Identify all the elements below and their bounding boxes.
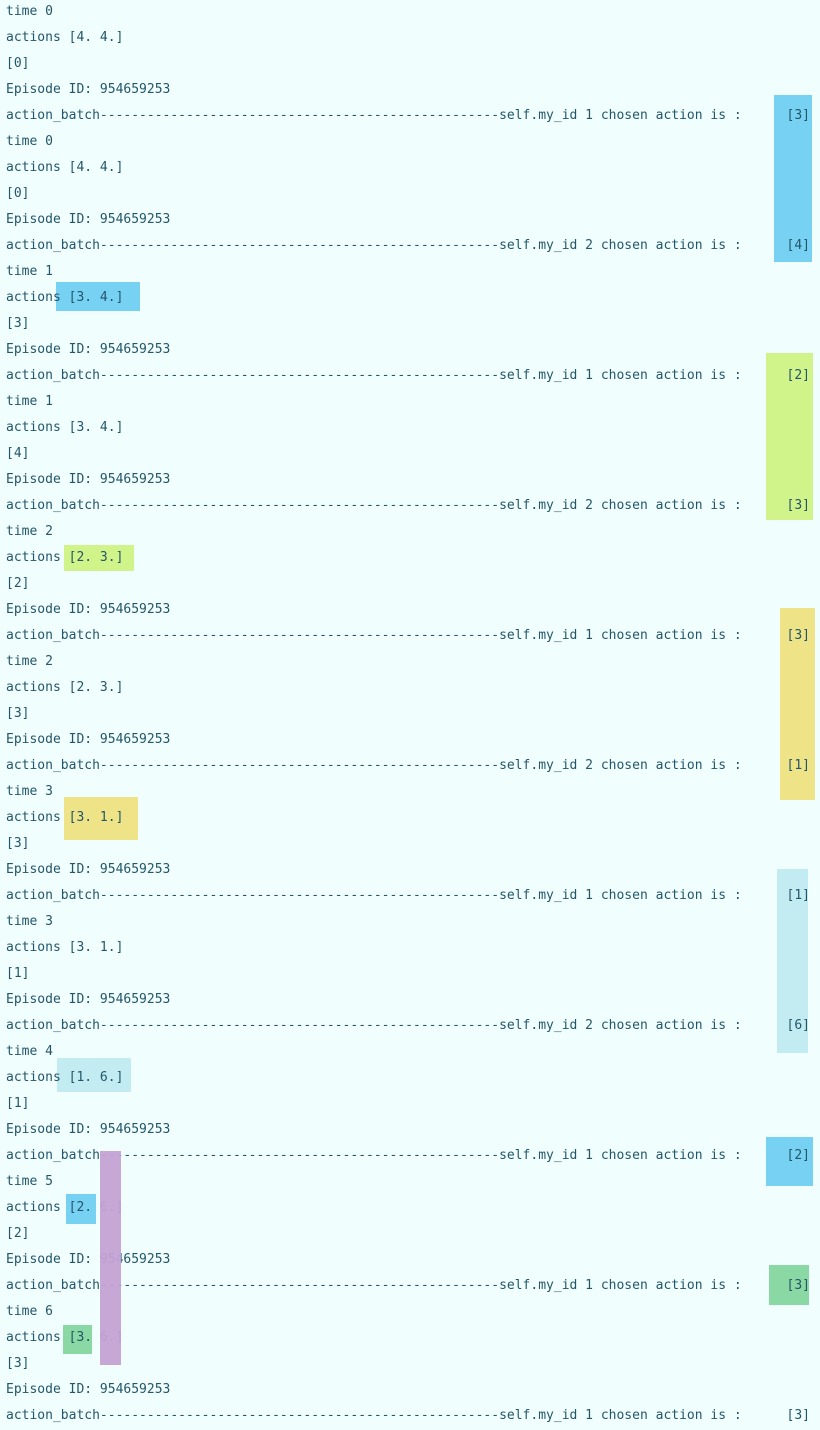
log-line: time 2 bbox=[6, 524, 53, 539]
log-line: Episode ID: 954659253 bbox=[6, 212, 171, 227]
chosen-action-value: [1] bbox=[786, 758, 810, 773]
log-line: [1] bbox=[6, 966, 30, 981]
console-output: time 0 actions [4. 4.] [0] Episode ID: 9546… bbox=[0, 0, 820, 1430]
log-line: time 1 bbox=[6, 394, 53, 409]
log-line: [1] bbox=[6, 1096, 30, 1111]
log-line: Episode ID: 954659253 bbox=[6, 1122, 171, 1137]
log-line: Episode ID: 954659253 bbox=[6, 732, 171, 747]
log-line: actions [4. 4.] bbox=[6, 30, 124, 45]
log-line: Episode ID: 954659253 bbox=[6, 992, 171, 1007]
log-line: time 1 bbox=[6, 264, 53, 279]
log-line: [3] bbox=[6, 836, 30, 851]
chosen-action-value: [6] bbox=[786, 1018, 810, 1033]
log-line: Episode ID: 954659253 bbox=[6, 1252, 171, 1267]
chosen-action-value: [4] bbox=[786, 238, 810, 253]
log-line: Episode ID: 954659253 bbox=[6, 82, 171, 97]
log-line: action_batch----------------------------… bbox=[6, 368, 742, 383]
log-line: actions [2. 3.] bbox=[6, 680, 124, 695]
chosen-action-value: [3] bbox=[786, 1408, 810, 1423]
log-line: [3] bbox=[6, 316, 30, 331]
log-line: [2] bbox=[6, 576, 30, 591]
log-line: [0] bbox=[6, 186, 30, 201]
log-line: Episode ID: 954659253 bbox=[6, 472, 171, 487]
log-line: actions [3. 4.] bbox=[6, 420, 124, 435]
log-line: [3] bbox=[6, 1356, 30, 1371]
chosen-action-value: [3] bbox=[786, 108, 810, 123]
chosen-action-value: [3] bbox=[786, 498, 810, 513]
log-line: time 2 bbox=[6, 654, 53, 669]
log-line: [3] bbox=[6, 706, 30, 721]
log-line: action_batch----------------------------… bbox=[6, 888, 742, 903]
log-line: time 5 bbox=[6, 1174, 53, 1189]
log-line: time 3 bbox=[6, 914, 53, 929]
log-line: time 0 bbox=[6, 134, 53, 149]
log-line: time 0 bbox=[6, 4, 53, 19]
log-line: Episode ID: 954659253 bbox=[6, 342, 171, 357]
log-line: action_batch----------------------------… bbox=[6, 628, 742, 643]
chosen-action-value: [3] bbox=[786, 628, 810, 643]
log-line: time 3 bbox=[6, 784, 53, 799]
log-line: [0] bbox=[6, 56, 30, 71]
log-line: action_batch----------------------------… bbox=[6, 1018, 742, 1033]
log-line: actions [3. 4.] bbox=[6, 290, 124, 305]
log-line: actions [3. 1.] bbox=[6, 810, 124, 825]
log-line: Episode ID: 954659253 bbox=[6, 862, 171, 877]
log-line: [4] bbox=[6, 446, 30, 461]
chosen-action-value: [3] bbox=[786, 1278, 810, 1293]
log-line: Episode ID: 954659253 bbox=[6, 1382, 171, 1397]
log-line: action_batch----------------------------… bbox=[6, 758, 742, 773]
highlight-constant-second-action bbox=[100, 1151, 121, 1365]
log-line: time 6 bbox=[6, 1304, 53, 1319]
chosen-action-value: [2] bbox=[786, 1148, 810, 1163]
log-line: action_batch----------------------------… bbox=[6, 498, 742, 513]
log-line: actions [3. 1.] bbox=[6, 940, 124, 955]
log-line: actions [1. 6.] bbox=[6, 1070, 124, 1085]
log-line: actions [2. 3.] bbox=[6, 550, 124, 565]
chosen-action-value: [1] bbox=[786, 888, 810, 903]
log-line: Episode ID: 954659253 bbox=[6, 602, 171, 617]
log-line: action_batch----------------------------… bbox=[6, 1408, 742, 1423]
log-line: actions [4. 4.] bbox=[6, 160, 124, 175]
chosen-action-value: [2] bbox=[786, 368, 810, 383]
log-line: action_batch----------------------------… bbox=[6, 238, 742, 253]
log-line: time 4 bbox=[6, 1044, 53, 1059]
log-line: [2] bbox=[6, 1226, 30, 1241]
log-line: action_batch----------------------------… bbox=[6, 108, 742, 123]
